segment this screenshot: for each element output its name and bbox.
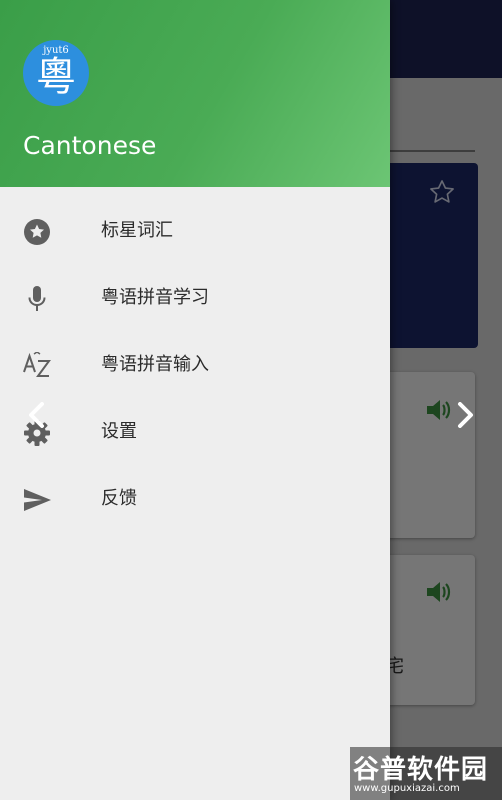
menu-item-label: 粤语拼音学习: [101, 287, 209, 308]
navigation-drawer: jyut6 粵 Cantonese 标星词汇 粤语拼音学习 粤语拼音输入 设置 …: [0, 0, 390, 800]
menu-item-pinyin-learning[interactable]: 粤语拼音学习: [0, 265, 390, 332]
menu-item-label: 设置: [101, 421, 137, 442]
drawer-header: jyut6 粵 Cantonese: [0, 0, 390, 187]
chevron-left-icon[interactable]: [26, 402, 48, 428]
menu-item-pinyin-input[interactable]: 粤语拼音输入: [0, 332, 390, 399]
site-watermark: 谷普软件园 www.gupuxiazai.com: [350, 747, 502, 800]
chevron-right-icon[interactable]: [454, 402, 476, 428]
menu-item-settings[interactable]: 设置: [0, 399, 390, 466]
menu-item-label: 粤语拼音输入: [101, 354, 209, 375]
watermark-title: 谷普软件园: [353, 755, 489, 785]
drawer-menu: 标星词汇 粤语拼音学习 粤语拼音输入 设置 反馈: [0, 198, 390, 533]
star-circle-icon: [24, 219, 50, 245]
send-icon: [24, 489, 51, 511]
menu-item-feedback[interactable]: 反馈: [0, 466, 390, 533]
az-sort-icon: [23, 352, 51, 377]
logo-character: 粵: [36, 54, 76, 100]
watermark-url: www.gupuxiazai.com: [354, 783, 460, 794]
menu-item-starred[interactable]: 标星词汇: [0, 198, 390, 265]
microphone-icon: [28, 286, 46, 311]
menu-item-label: 反馈: [101, 488, 137, 509]
menu-item-label: 标星词汇: [101, 220, 173, 241]
app-logo: jyut6 粵: [23, 40, 89, 106]
app-name: Cantonese: [23, 131, 157, 160]
